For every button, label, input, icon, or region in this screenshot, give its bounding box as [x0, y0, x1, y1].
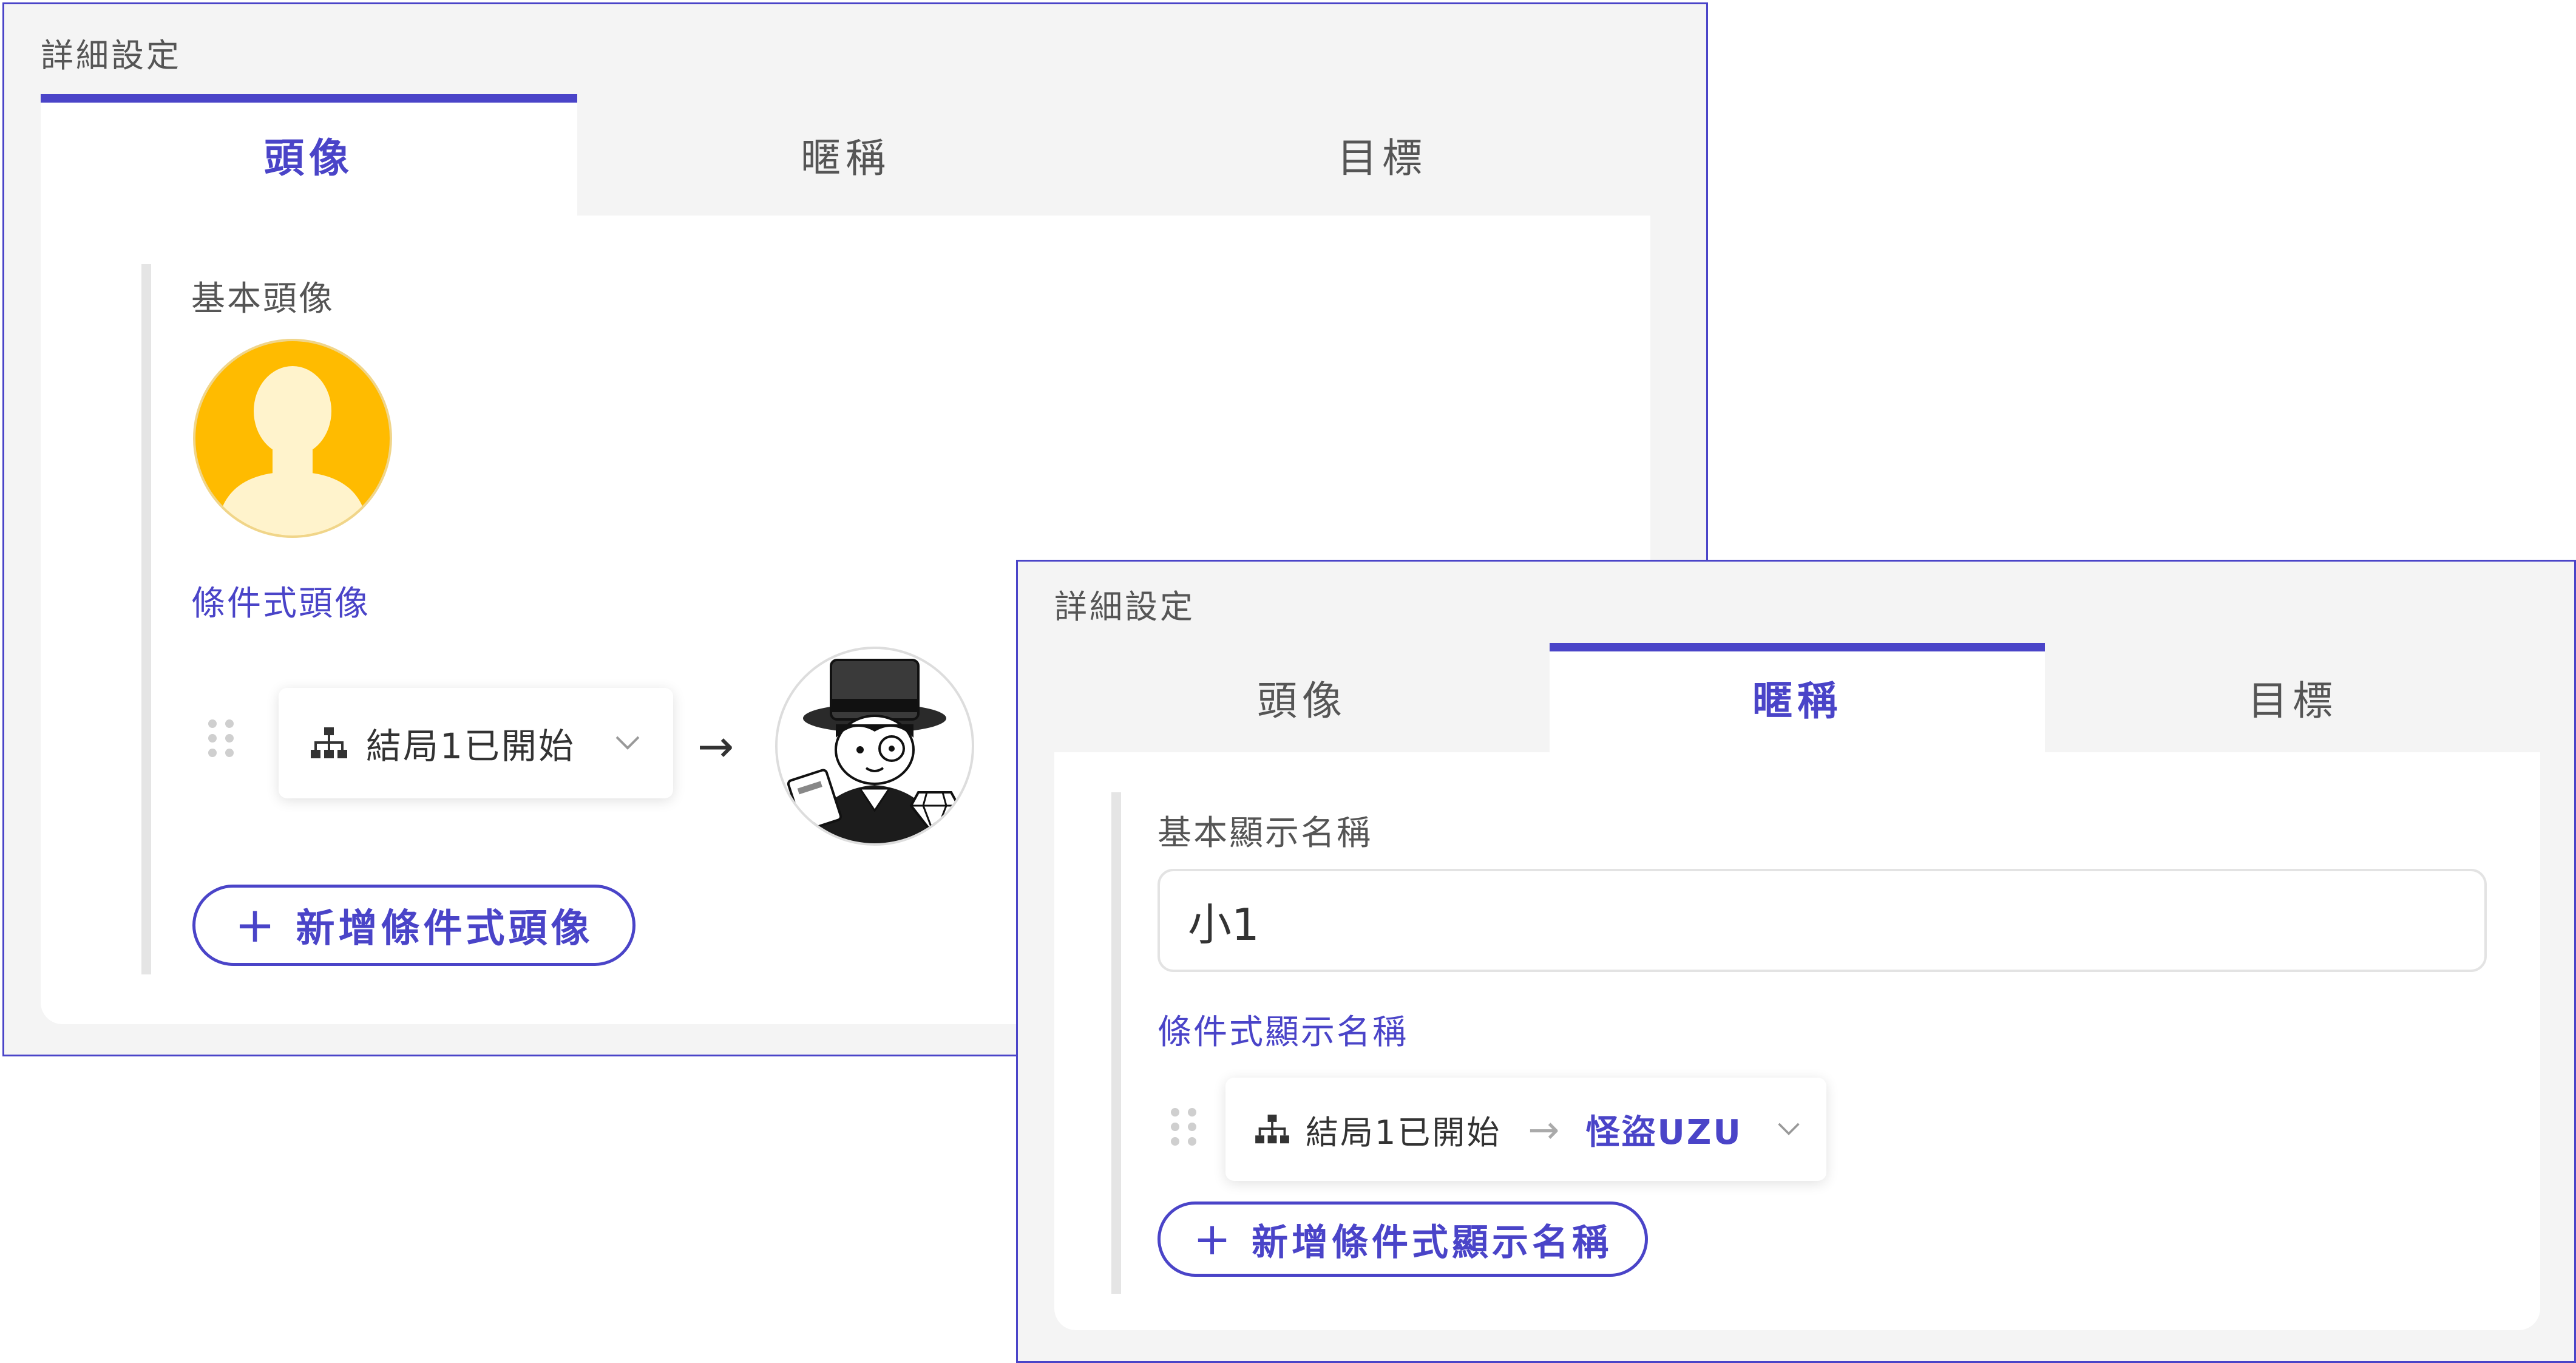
condition-result: 怪盜UZU: [1585, 1112, 1743, 1152]
basic-name-label: 基本顯示名稱: [1158, 814, 1372, 853]
chevron-down-icon[interactable]: [1777, 1121, 1801, 1137]
tab-goal[interactable]: 目標: [1114, 94, 1650, 216]
arrow-icon: →: [1528, 1107, 1562, 1152]
panel-title: 詳細設定: [41, 36, 181, 75]
tab-bar: 頭像 暱稱 目標: [1054, 643, 2540, 752]
arrow-icon: →: [697, 721, 736, 772]
tab-avatar[interactable]: 頭像: [1054, 643, 1550, 752]
section-rule: [1111, 792, 1121, 1294]
conditional-avatar-image[interactable]: [775, 647, 974, 846]
basic-avatar-label: 基本頭像: [191, 279, 334, 319]
condition-text: 結局1已開始: [1306, 1113, 1502, 1152]
condition-dropdown[interactable]: 結局1已開始 → 怪盜UZU: [1225, 1078, 1826, 1181]
plus-icon: +: [234, 897, 279, 953]
tab-nickname[interactable]: 暱稱: [1550, 643, 2045, 752]
plus-icon: +: [1193, 1213, 1235, 1265]
chevron-down-icon[interactable]: [614, 735, 641, 752]
tab-goal[interactable]: 目標: [2045, 643, 2540, 752]
nickname-settings-panel: 詳細設定 頭像 暱稱 目標 基本顯示名稱 小1 條件式顯示名稱 結局1已開始 →…: [1016, 560, 2576, 1363]
section-rule: [141, 264, 151, 974]
display-name-input[interactable]: 小1: [1158, 869, 2487, 972]
sitemap-icon: [1255, 1113, 1290, 1145]
tab-bar: 頭像 暱稱 目標: [41, 94, 1650, 216]
panel-title: 詳細設定: [1054, 588, 1195, 626]
drag-handle-icon[interactable]: [208, 719, 234, 757]
add-conditional-avatar-button[interactable]: + 新增條件式頭像: [192, 885, 636, 966]
default-avatar[interactable]: [192, 338, 393, 539]
condition-dropdown[interactable]: 結局1已開始: [279, 688, 673, 798]
condition-text: 結局1已開始: [366, 726, 575, 767]
add-conditional-name-button[interactable]: + 新增條件式顯示名稱: [1158, 1202, 1648, 1277]
conditional-avatar-label: 條件式頭像: [191, 584, 370, 624]
drag-handle-icon[interactable]: [1171, 1108, 1196, 1146]
conditional-name-label: 條件式顯示名稱: [1158, 1013, 1408, 1052]
tab-avatar[interactable]: 頭像: [41, 94, 577, 216]
sitemap-icon: [310, 726, 348, 760]
tab-nickname[interactable]: 暱稱: [577, 94, 1114, 216]
